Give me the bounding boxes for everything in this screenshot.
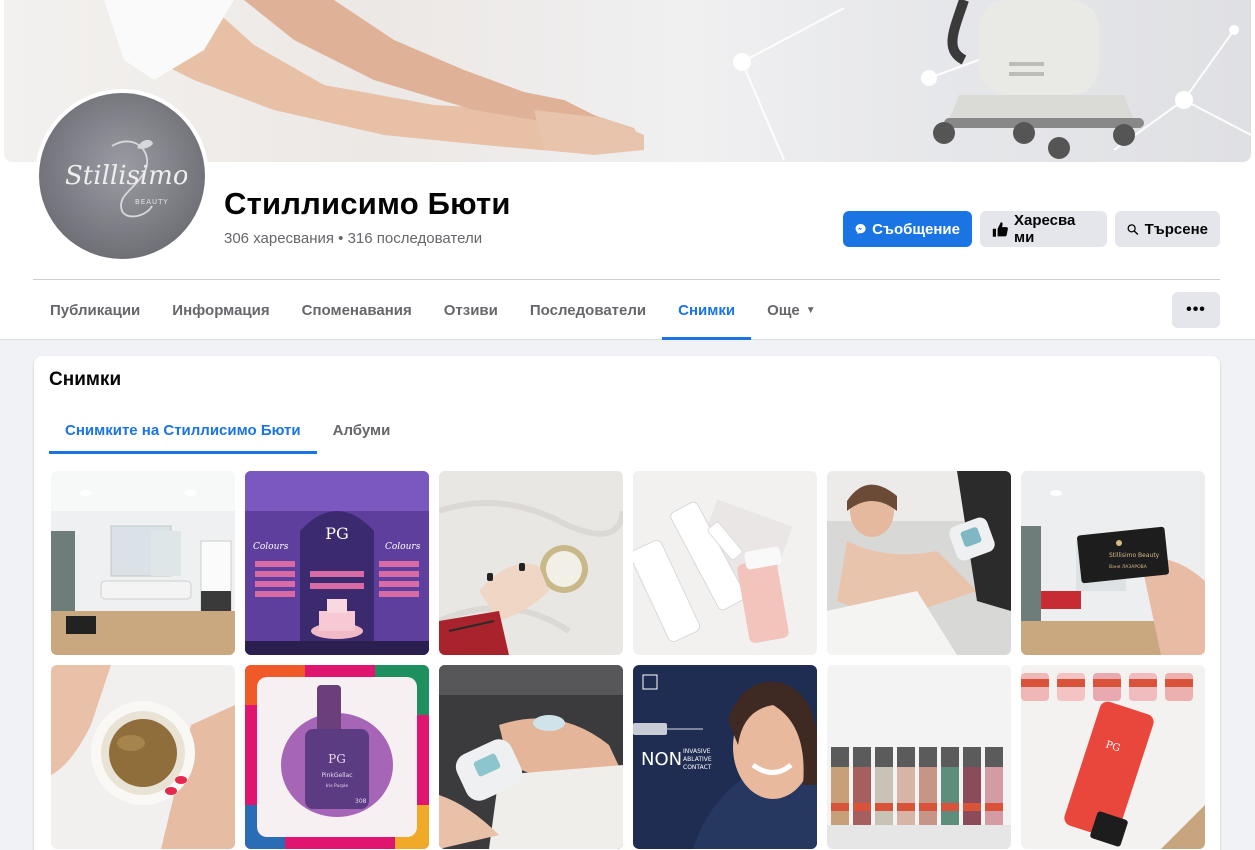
subtab-label: Снимките на Стиллисимо Бюти xyxy=(65,421,301,439)
subtab-page-photos[interactable]: Снимките на Стиллисимо Бюти xyxy=(49,406,317,454)
more-options-button[interactable]: ••• xyxy=(1172,292,1220,328)
tab-label: Публикации xyxy=(50,302,141,319)
photo-grid: PG Colours Colours Stillisimo Beauty Ван… xyxy=(51,471,1205,849)
page-avatar[interactable]: Stillisimo BEAUTY xyxy=(35,89,209,263)
caret-down-icon: ▼ xyxy=(805,305,816,316)
thumbs-up-icon xyxy=(992,221,1008,237)
ellipsis-icon: ••• xyxy=(1186,301,1206,318)
non-text: NON xyxy=(641,749,682,770)
card-person-text: Ваня ЛАЗАРОВА xyxy=(1109,564,1148,570)
pg-logo-text: PG xyxy=(325,524,349,543)
search-button[interactable]: Търсене xyxy=(1115,211,1220,247)
tab-label: Споменавания xyxy=(301,302,412,319)
photo-thumbnail[interactable] xyxy=(633,471,817,655)
photo-thumbnail[interactable]: PG PinkGellac Iris Purple 308 xyxy=(245,665,429,849)
tab-label: Отзиви xyxy=(443,302,498,319)
photo-thumbnail[interactable] xyxy=(827,665,1011,849)
photos-title: Снимки xyxy=(49,369,122,390)
tab-label: Снимки xyxy=(678,302,736,319)
photo-thumbnail[interactable]: PG Colours Colours xyxy=(245,471,429,655)
page-tabs: Публикации Информация Споменавания Отзив… xyxy=(34,281,832,340)
gel-brand-text: PinkGellac xyxy=(321,772,352,779)
svg-text:BEAUTY: BEAUTY xyxy=(135,198,169,206)
photos-subtabs: Снимките на Стиллисимо Бюти Албуми xyxy=(49,406,406,454)
search-button-label: Търсене xyxy=(1144,220,1208,238)
non-line-text: ABLATIVE xyxy=(683,756,712,763)
page-stats[interactable]: 306 харесвания • 316 последователи xyxy=(224,230,482,247)
gel-number-text: 308 xyxy=(355,798,367,805)
stillisimo-logo: Stillisimo BEAUTY xyxy=(39,93,205,259)
subtab-label: Албуми xyxy=(332,421,391,439)
tab-followers[interactable]: Последователи xyxy=(514,281,662,340)
like-button-label: Харесва ми xyxy=(1014,212,1076,246)
colours-text: Colours xyxy=(253,542,289,552)
non-line-text: INVASIVE xyxy=(683,748,711,755)
search-icon xyxy=(1127,223,1139,235)
photo-thumbnail[interactable] xyxy=(51,665,235,849)
svg-text:Stillisimo: Stillisimo xyxy=(65,161,187,191)
card-brand-text: Stillisimo Beauty xyxy=(1109,552,1160,559)
tab-about[interactable]: Информация xyxy=(156,281,285,340)
tab-label: Още xyxy=(767,302,800,319)
photo-thumbnail[interactable]: Stillisimo Beauty Ваня ЛАЗАРОВА xyxy=(1021,471,1205,655)
tab-more[interactable]: Още ▼ xyxy=(751,281,832,340)
tab-mentions[interactable]: Споменавания xyxy=(286,281,428,340)
like-button[interactable]: Харесва ми xyxy=(980,211,1107,247)
message-button[interactable]: Съобщение xyxy=(843,211,972,247)
messenger-icon xyxy=(855,223,866,235)
pg-logo-text: PG xyxy=(328,752,346,766)
tab-posts[interactable]: Публикации xyxy=(34,281,156,340)
colours-text: Colours xyxy=(385,542,421,552)
photo-thumbnail[interactable]: NON INVASIVE ABLATIVE CONTACT xyxy=(633,665,817,849)
tab-reviews[interactable]: Отзиви xyxy=(428,281,514,340)
tab-label: Последователи xyxy=(529,302,647,319)
gel-shade-text: Iris Purple xyxy=(326,783,349,789)
page-title: Стиллисимо Бюти xyxy=(224,186,511,221)
photo-thumbnail[interactable]: PG xyxy=(1021,665,1205,849)
tab-photos[interactable]: Снимки xyxy=(662,281,752,340)
header-divider xyxy=(33,279,1220,280)
photo-thumbnail[interactable] xyxy=(439,665,623,849)
subtab-albums[interactable]: Албуми xyxy=(317,406,407,454)
tab-label: Информация xyxy=(172,302,270,319)
photo-thumbnail[interactable] xyxy=(439,471,623,655)
photos-card: Снимки Снимките на Стиллисимо Бюти Албум… xyxy=(34,356,1220,850)
photo-thumbnail[interactable] xyxy=(51,471,235,655)
non-line-text: CONTACT xyxy=(683,764,712,771)
message-button-label: Съобщение xyxy=(872,220,960,238)
photo-thumbnail[interactable] xyxy=(827,471,1011,655)
